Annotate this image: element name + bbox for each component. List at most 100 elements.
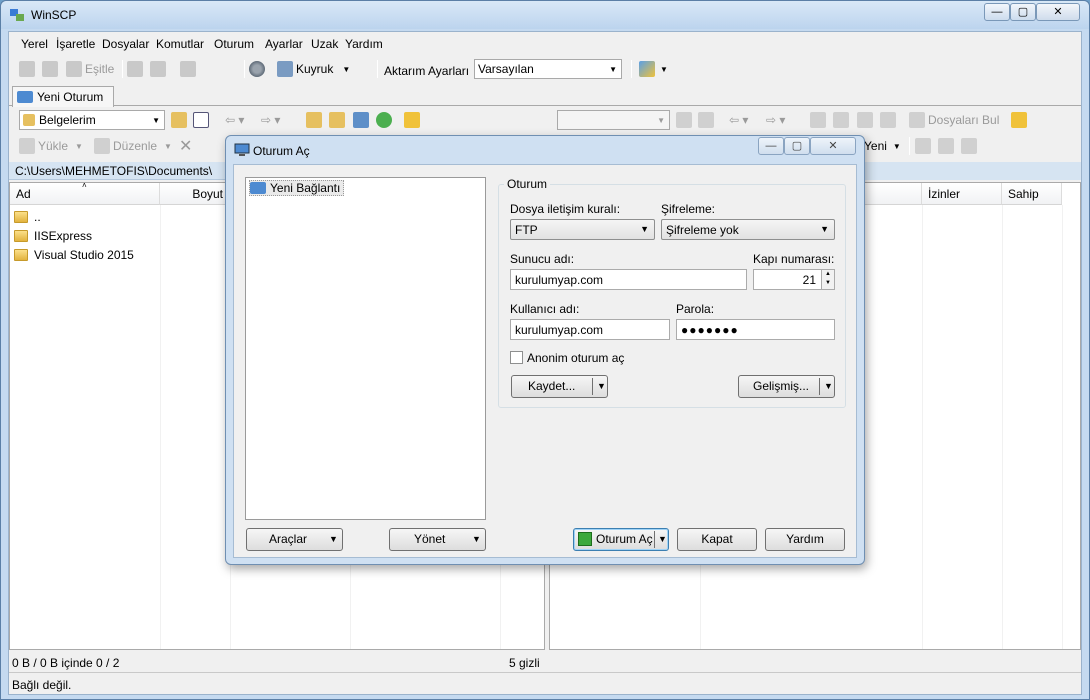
session-tab-strip: Yeni Oturum bbox=[9, 84, 1081, 107]
remote-back-button[interactable]: ⇦ ▾ bbox=[729, 111, 748, 129]
port-input[interactable]: 21 ▲ ▼ bbox=[753, 269, 835, 290]
list-item[interactable]: IISExpress bbox=[14, 227, 92, 245]
dialog-maximize-button[interactable]: ▢ bbox=[784, 137, 810, 155]
menu-yardim[interactable]: Yardım bbox=[345, 37, 383, 51]
synchronize-browse-button[interactable] bbox=[42, 60, 58, 78]
remote-filter2-button[interactable] bbox=[961, 137, 977, 155]
col-name-label: Ad bbox=[16, 187, 31, 201]
folder-icon bbox=[14, 230, 28, 242]
username-input[interactable]: kurulumyap.com bbox=[510, 319, 670, 340]
monitor-icon bbox=[17, 91, 33, 103]
maximize-button[interactable]: ▢ bbox=[1010, 3, 1036, 21]
site-tree[interactable]: Yeni Bağlantı bbox=[245, 177, 486, 520]
menu-komutlar[interactable]: Komutlar bbox=[156, 37, 204, 51]
console-button[interactable] bbox=[127, 60, 143, 78]
edit-button[interactable]: Düzenle ▼ bbox=[94, 137, 172, 155]
upload-button[interactable]: Yükle ▼ bbox=[19, 137, 83, 155]
refresh-icon bbox=[376, 112, 392, 128]
advanced-button[interactable]: Gelişmiş... ▼ bbox=[738, 375, 835, 398]
selection-status: 0 B / 0 B içinde 0 / 2 bbox=[12, 656, 120, 670]
anonymous-checkbox[interactable] bbox=[510, 351, 523, 364]
preferences-button[interactable] bbox=[249, 60, 265, 78]
host-input[interactable]: kurulumyap.com bbox=[510, 269, 747, 290]
tree-item-new-connection[interactable]: Yeni Bağlantı bbox=[249, 180, 345, 196]
edit-icon bbox=[94, 138, 110, 154]
refresh-session-button[interactable] bbox=[180, 60, 196, 78]
forward-button[interactable]: ⇨ ▾ bbox=[261, 111, 280, 129]
remote-forward-button[interactable]: ⇨ ▾ bbox=[766, 111, 785, 129]
tree-button[interactable] bbox=[404, 111, 420, 129]
close-window-button[interactable]: ✕ bbox=[1036, 3, 1080, 21]
queue-button[interactable]: Kuyruk ▼ bbox=[277, 60, 350, 78]
chevron-down-icon: ▼ bbox=[660, 64, 668, 74]
session-group-label: Oturum bbox=[504, 177, 551, 191]
help-button[interactable]: Yardım bbox=[765, 528, 845, 551]
upload-icon bbox=[19, 138, 35, 154]
login-button[interactable]: Oturum Aç ▼ bbox=[573, 528, 669, 551]
col-size[interactable]: Boyut bbox=[160, 183, 230, 205]
dialog-body: Yeni Bağlantı Oturum Dosya iletişim kura… bbox=[233, 164, 857, 558]
tools-button[interactable]: Araçlar ▼ bbox=[246, 528, 343, 551]
dialog-close-button[interactable]: ✕ bbox=[810, 137, 856, 155]
password-label: Parola: bbox=[676, 302, 715, 316]
minimize-button[interactable]: — bbox=[984, 3, 1010, 21]
delete-button[interactable]: ✕ bbox=[179, 137, 192, 155]
putty-button[interactable] bbox=[150, 60, 166, 78]
menu-uzak[interactable]: Uzak bbox=[311, 37, 338, 51]
menu-dosyalar[interactable]: Dosyalar bbox=[102, 37, 149, 51]
chevron-down-icon: ▼ bbox=[75, 141, 83, 151]
list-item[interactable]: Visual Studio 2015 bbox=[14, 246, 134, 264]
remote-home-button[interactable] bbox=[857, 111, 873, 129]
remote-filter-button[interactable] bbox=[698, 111, 714, 129]
encryption-select[interactable]: Şifreleme yok ▼ bbox=[661, 219, 835, 240]
root-dir-button[interactable] bbox=[329, 111, 345, 129]
remote-root-button[interactable] bbox=[833, 111, 849, 129]
remote-minus-button[interactable] bbox=[938, 137, 954, 155]
port-spinner[interactable]: ▲ ▼ bbox=[821, 269, 835, 290]
save-button[interactable]: Kaydet... ▼ bbox=[511, 375, 608, 398]
find-files-button[interactable]: Dosyaları Bul bbox=[909, 111, 999, 129]
tab-new-session[interactable]: Yeni Oturum bbox=[12, 86, 114, 107]
col-perms[interactable]: İzinler bbox=[922, 183, 1002, 205]
file-name: .. bbox=[34, 210, 41, 224]
col-owner[interactable]: Sahip bbox=[1002, 183, 1062, 205]
transfer-settings-select[interactable]: Varsayılan ▼ bbox=[474, 59, 622, 79]
remote-open-folder-button[interactable] bbox=[676, 111, 692, 129]
protocol-select[interactable]: FTP ▼ bbox=[510, 219, 655, 240]
password-input[interactable]: ●●●●●●● bbox=[676, 319, 835, 340]
remote-refresh-button[interactable] bbox=[880, 111, 896, 129]
menu-ayarlar[interactable]: Ayarlar bbox=[265, 37, 303, 51]
parent-dir-button[interactable] bbox=[306, 111, 322, 129]
back-button[interactable]: ⇦ ▾ bbox=[225, 111, 244, 129]
chevron-down-icon: ▼ bbox=[640, 224, 649, 234]
column-divider bbox=[1002, 205, 1003, 649]
remote-add-button[interactable] bbox=[915, 137, 931, 155]
compare-dirs-button[interactable] bbox=[19, 60, 35, 78]
local-drive-select[interactable]: Belgelerim ▼ bbox=[19, 110, 165, 130]
menu-oturum[interactable]: Oturum bbox=[214, 37, 254, 51]
home-button[interactable] bbox=[353, 111, 369, 129]
sync-button[interactable]: Eşitle bbox=[66, 60, 114, 78]
list-item[interactable]: .. bbox=[14, 208, 41, 226]
open-folder-button[interactable] bbox=[171, 111, 187, 129]
menu-isaretle[interactable]: İşaretle bbox=[56, 37, 95, 51]
dialog-minimize-button[interactable]: — bbox=[758, 137, 784, 155]
anonymous-label: Anonim oturum aç bbox=[527, 351, 625, 365]
remote-dir-select[interactable]: ▼ bbox=[557, 110, 670, 130]
filter-icon bbox=[961, 138, 977, 154]
new-button[interactable]: Yeni ▼ bbox=[864, 137, 901, 155]
menu-yerel[interactable]: Yerel bbox=[21, 37, 48, 51]
remote-parent-button[interactable] bbox=[810, 111, 826, 129]
col-name[interactable]: Ad ˄ bbox=[10, 181, 160, 205]
tab-label: Yeni Oturum bbox=[37, 90, 104, 104]
port-value: 21 bbox=[802, 273, 816, 287]
filter-button[interactable] bbox=[193, 111, 209, 129]
sites-button[interactable]: ▼ bbox=[639, 60, 668, 78]
console-icon bbox=[127, 61, 143, 77]
refresh-button[interactable] bbox=[376, 111, 392, 129]
back-arrow-icon: ⇦ ▾ bbox=[729, 113, 749, 127]
manage-button[interactable]: Yönet ▼ bbox=[389, 528, 486, 551]
monitor-icon bbox=[250, 182, 266, 194]
close-button[interactable]: Kapat bbox=[677, 528, 757, 551]
remote-tree-button[interactable] bbox=[1011, 111, 1027, 129]
